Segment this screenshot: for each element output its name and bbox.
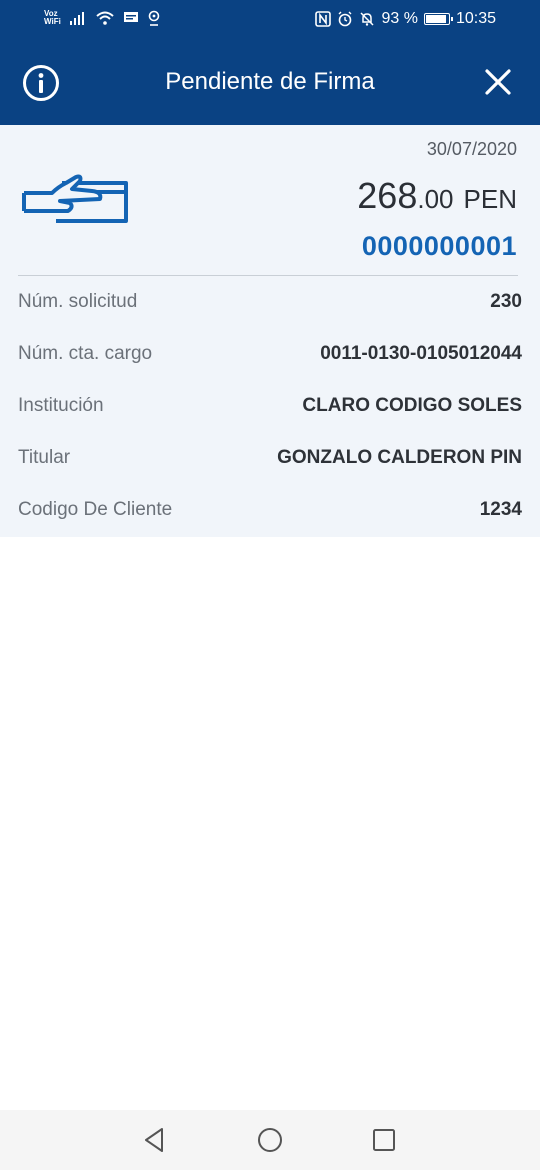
status-right: 93 % 10:35 (315, 10, 496, 28)
detail-value: CLARO CODIGO SOLES (302, 395, 522, 416)
wifi-icon (96, 11, 114, 25)
signal-icon (69, 12, 84, 25)
detail-label: Núm. solicitud (18, 291, 138, 312)
detail-value: 0011-0130-0105012044 (320, 343, 522, 364)
detail-row-cuenta-cargo: Núm. cta. cargo 0011-0130-0105012044 (0, 337, 540, 389)
payment-hand-card-icon (22, 174, 128, 223)
battery-icon (423, 13, 453, 25)
message-icon (123, 12, 138, 22)
amount-integer: 268 (357, 175, 418, 216)
location-icon (148, 10, 160, 26)
clock: 10:35 (455, 10, 496, 27)
detail-label: Codigo De Cliente (18, 499, 173, 520)
close-icon[interactable] (484, 68, 512, 96)
detail-row-institucion: Institución CLARO CODIGO SOLES (0, 389, 540, 441)
detail-label: Núm. cta. cargo (18, 343, 153, 364)
amount-currency: PEN (463, 184, 517, 214)
page-title: Pendiente de Firma (165, 68, 375, 95)
wifi-label: WiFi (44, 17, 61, 26)
recents-icon[interactable] (370, 1126, 398, 1154)
detail-label: Titular (18, 447, 71, 468)
detail-label: Institución (18, 395, 104, 416)
battery-fill (425, 15, 447, 23)
voz-wifi-label: Voz WiFi (44, 10, 61, 26)
divider (18, 275, 518, 276)
amount-decimal: .00 (417, 184, 454, 214)
screen: Voz WiFi 93 % 10:35 Pendiente de Firma 3… (0, 0, 540, 1170)
detail-value: GONZALO CALDERON PIN (277, 447, 522, 468)
status-bar: Voz WiFi 93 % 10:35 (0, 0, 540, 40)
nfc-icon (315, 11, 332, 27)
status-left: Voz WiFi (44, 10, 161, 26)
detail-value: 1234 (479, 499, 522, 520)
details-list: Núm. solicitud 230 Núm. cta. cargo 0011-… (0, 285, 540, 545)
home-icon[interactable] (256, 1126, 284, 1154)
reference-number: 0000000001 (361, 231, 517, 261)
detail-row-titular: Titular GONZALO CALDERON PIN (0, 441, 540, 493)
battery-percent: 93 % (381, 10, 418, 27)
mute-icon (360, 12, 375, 26)
detail-row-solicitud: Núm. solicitud 230 (0, 285, 540, 337)
transaction-date: 30/07/2020 (426, 139, 517, 159)
alarm-icon (338, 11, 352, 27)
detail-value: 230 (490, 291, 522, 312)
summary-card: 30/07/2020 268.00 PEN 0000000001 Núm. so… (0, 125, 540, 537)
back-icon[interactable] (140, 1126, 168, 1154)
detail-row-codigo-cliente: Codigo De Cliente 1234 (0, 493, 540, 545)
amount: 268.00 PEN (357, 175, 517, 217)
app-bar: Pendiente de Firma (0, 40, 540, 125)
navigation-bar (0, 1110, 540, 1170)
